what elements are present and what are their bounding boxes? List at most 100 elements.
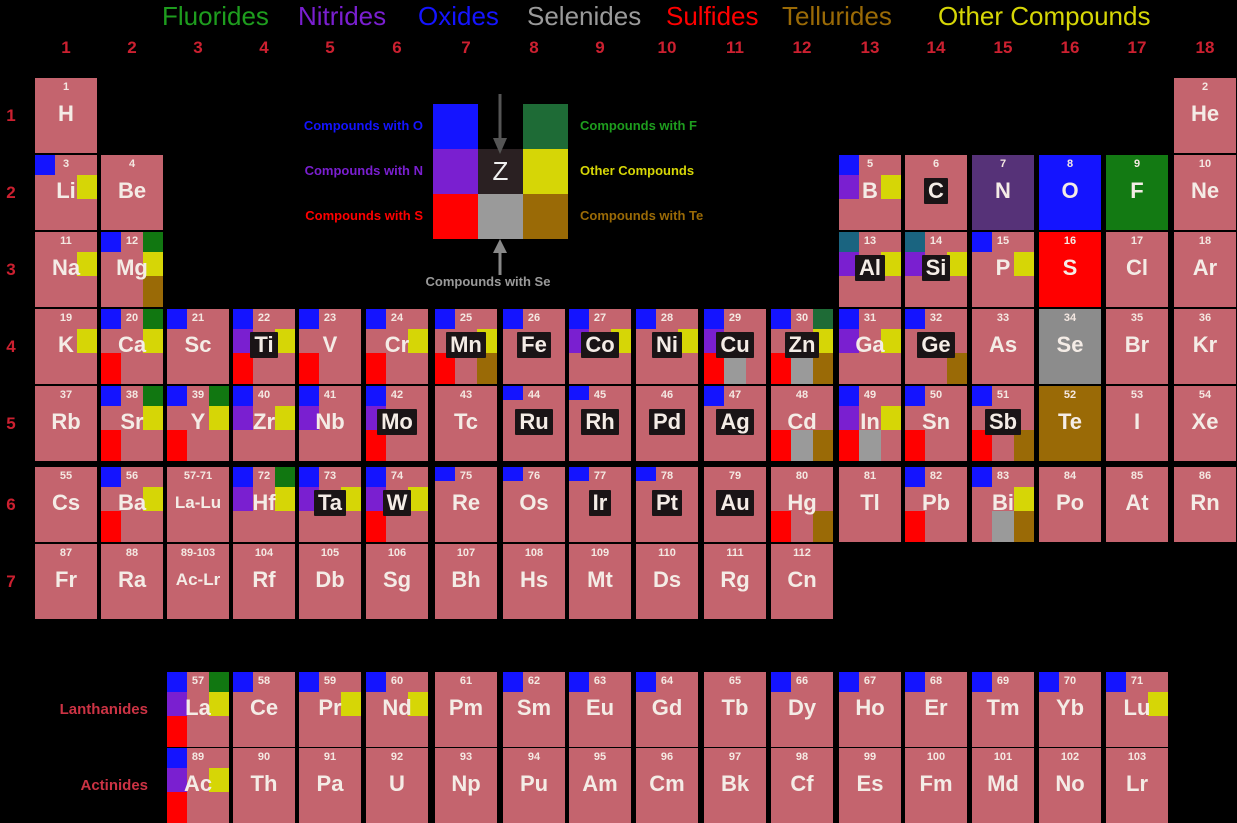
element-cell-Ra[interactable]: 88 Ra — [101, 544, 163, 619]
element-cell-Au[interactable]: 79 Au — [704, 467, 766, 542]
element-cell-Cl[interactable]: 17 Cl — [1106, 232, 1168, 307]
element-cell-Hg[interactable]: 80 Hg — [771, 467, 833, 542]
element-cell-Bk[interactable]: 97 Bk — [704, 748, 766, 823]
element-cell-Pu[interactable]: 94 Pu — [503, 748, 565, 823]
element-cell-Pd[interactable]: 46 Pd — [636, 386, 698, 461]
element-cell-Yb[interactable]: 70 Yb — [1039, 672, 1101, 747]
element-cell-Os[interactable]: 76 Os — [503, 467, 565, 542]
element-cell-W[interactable]: 74 W — [366, 467, 428, 542]
element-cell-Po[interactable]: 84 Po — [1039, 467, 1101, 542]
element-cell-Rg[interactable]: 111 Rg — [704, 544, 766, 619]
element-cell-F[interactable]: 9F — [1106, 155, 1168, 230]
element-cell-Zr[interactable]: 40 Zr — [233, 386, 295, 461]
element-cell-Sm[interactable]: 62 Sm — [503, 672, 565, 747]
element-cell-Eu[interactable]: 63 Eu — [569, 672, 631, 747]
element-cell-Rh[interactable]: 45 Rh — [569, 386, 631, 461]
element-cell-Hf[interactable]: 72 Hf — [233, 467, 295, 542]
element-cell-Cm[interactable]: 96 Cm — [636, 748, 698, 823]
element-cell-Mg[interactable]: 12 Mg — [101, 232, 163, 307]
element-cell-N[interactable]: 7N — [972, 155, 1034, 230]
element-cell-Tl[interactable]: 81 Tl — [839, 467, 901, 542]
element-cell-Pm[interactable]: 61 Pm — [435, 672, 497, 747]
element-cell-Te[interactable]: 52 Te — [1039, 386, 1101, 461]
element-cell-Rn[interactable]: 86 Rn — [1174, 467, 1236, 542]
element-cell-No[interactable]: 102 No — [1039, 748, 1101, 823]
element-cell-Mn[interactable]: 25 Mn — [435, 309, 497, 384]
element-cell-Ge[interactable]: 32 Ge — [905, 309, 967, 384]
element-cell-Md[interactable]: 101 Md — [972, 748, 1034, 823]
element-cell-Pa[interactable]: 91 Pa — [299, 748, 361, 823]
element-cell-Li[interactable]: 3 Li — [35, 155, 97, 230]
element-cell-Cr[interactable]: 24 Cr — [366, 309, 428, 384]
element-cell-Th[interactable]: 90 Th — [233, 748, 295, 823]
element-cell-Sb[interactable]: 51 Sb — [972, 386, 1034, 461]
element-cell-Na[interactable]: 11 Na — [35, 232, 97, 307]
element-cell-Sc[interactable]: 21 Sc — [167, 309, 229, 384]
element-cell-Cs[interactable]: 55 Cs — [35, 467, 97, 542]
element-cell-S[interactable]: 16 S — [1039, 232, 1101, 307]
element-cell-La-Lu[interactable]: 57-71 La-Lu — [167, 467, 229, 542]
element-cell-Ds[interactable]: 110 Ds — [636, 544, 698, 619]
element-cell-Cu[interactable]: 29 Cu — [704, 309, 766, 384]
element-cell-Ne[interactable]: 10 Ne — [1174, 155, 1236, 230]
element-cell-Cf[interactable]: 98 Cf — [771, 748, 833, 823]
element-cell-H[interactable]: 1H — [35, 78, 97, 153]
element-cell-Cd[interactable]: 48 Cd — [771, 386, 833, 461]
element-cell-Sr[interactable]: 38 Sr — [101, 386, 163, 461]
element-cell-Sg[interactable]: 106 Sg — [366, 544, 428, 619]
element-cell-Co[interactable]: 27 Co — [569, 309, 631, 384]
element-cell-Tc[interactable]: 43 Tc — [435, 386, 497, 461]
element-cell-Ni[interactable]: 28 Ni — [636, 309, 698, 384]
element-cell-Xe[interactable]: 54 Xe — [1174, 386, 1236, 461]
element-cell-Kr[interactable]: 36 Kr — [1174, 309, 1236, 384]
element-cell-At[interactable]: 85 At — [1106, 467, 1168, 542]
element-cell-La[interactable]: 57 La — [167, 672, 229, 747]
element-cell-Fm[interactable]: 100 Fm — [905, 748, 967, 823]
element-cell-B[interactable]: 5B — [839, 155, 901, 230]
element-cell-Pr[interactable]: 59 Pr — [299, 672, 361, 747]
element-cell-V[interactable]: 23 V — [299, 309, 361, 384]
element-cell-Pt[interactable]: 78 Pt — [636, 467, 698, 542]
element-cell-Ti[interactable]: 22 Ti — [233, 309, 295, 384]
element-cell-In[interactable]: 49 In — [839, 386, 901, 461]
element-cell-O[interactable]: 8O — [1039, 155, 1101, 230]
element-cell-Nb[interactable]: 41 Nb — [299, 386, 361, 461]
element-cell-Mt[interactable]: 109 Mt — [569, 544, 631, 619]
element-cell-Cn[interactable]: 112 Cn — [771, 544, 833, 619]
element-cell-Be[interactable]: 4 Be — [101, 155, 163, 230]
element-cell-Gd[interactable]: 64 Gd — [636, 672, 698, 747]
element-cell-Nd[interactable]: 60 Nd — [366, 672, 428, 747]
element-cell-Ga[interactable]: 31 Ga — [839, 309, 901, 384]
element-cell-Ta[interactable]: 73 Ta — [299, 467, 361, 542]
element-cell-Y[interactable]: 39 Y — [167, 386, 229, 461]
element-cell-Ag[interactable]: 47 Ag — [704, 386, 766, 461]
element-cell-Hs[interactable]: 108 Hs — [503, 544, 565, 619]
element-cell-Ac-Lr[interactable]: 89-103 Ac-Lr — [167, 544, 229, 619]
element-cell-Np[interactable]: 93 Np — [435, 748, 497, 823]
element-cell-Es[interactable]: 99 Es — [839, 748, 901, 823]
element-cell-Al[interactable]: 13 Al — [839, 232, 901, 307]
element-cell-Sn[interactable]: 50 Sn — [905, 386, 967, 461]
element-cell-Si[interactable]: 14 Si — [905, 232, 967, 307]
element-cell-Mo[interactable]: 42 Mo — [366, 386, 428, 461]
element-cell-Bi[interactable]: 83 Bi — [972, 467, 1034, 542]
element-cell-Lu[interactable]: 71 Lu — [1106, 672, 1168, 747]
element-cell-I[interactable]: 53 I — [1106, 386, 1168, 461]
element-cell-Tb[interactable]: 65 Tb — [704, 672, 766, 747]
element-cell-Ca[interactable]: 20 Ca — [101, 309, 163, 384]
element-cell-Ar[interactable]: 18 Ar — [1174, 232, 1236, 307]
element-cell-Fe[interactable]: 26 Fe — [503, 309, 565, 384]
element-cell-Ba[interactable]: 56 Ba — [101, 467, 163, 542]
element-cell-Dy[interactable]: 66 Dy — [771, 672, 833, 747]
element-cell-Zn[interactable]: 30 Zn — [771, 309, 833, 384]
element-cell-Br[interactable]: 35 Br — [1106, 309, 1168, 384]
element-cell-Fr[interactable]: 87 Fr — [35, 544, 97, 619]
element-cell-Ho[interactable]: 67 Ho — [839, 672, 901, 747]
element-cell-C[interactable]: 6C — [905, 155, 967, 230]
element-cell-Ir[interactable]: 77 Ir — [569, 467, 631, 542]
element-cell-Re[interactable]: 75 Re — [435, 467, 497, 542]
element-cell-K[interactable]: 19 K — [35, 309, 97, 384]
element-cell-Tm[interactable]: 69 Tm — [972, 672, 1034, 747]
element-cell-Lr[interactable]: 103 Lr — [1106, 748, 1168, 823]
element-cell-Ru[interactable]: 44 Ru — [503, 386, 565, 461]
